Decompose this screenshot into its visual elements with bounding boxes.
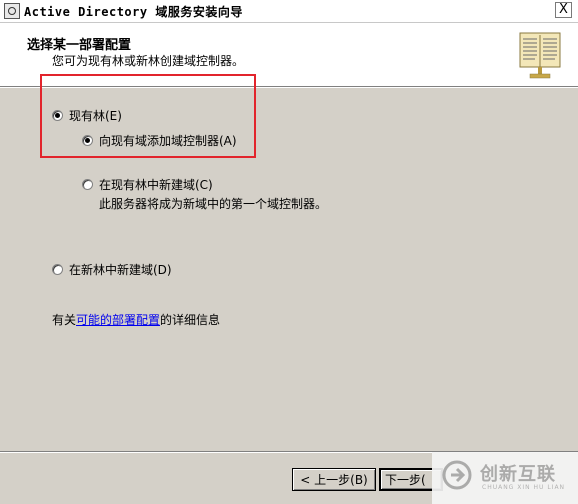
- watermark-logo-icon: [442, 460, 472, 490]
- page-subtitle: 您可为现有林或新林创建域控制器。: [52, 54, 245, 68]
- deployment-config-link[interactable]: 可能的部署配置: [76, 313, 160, 327]
- info-prefix: 有关: [52, 313, 77, 327]
- book-icon: [519, 32, 561, 79]
- watermark-text: 创新互联: [480, 464, 556, 485]
- radio-button[interactable]: [82, 179, 93, 190]
- wizard-window: Active Directory 域服务安装向导 X 选择某一部署配置 您可为现…: [0, 0, 578, 504]
- info-suffix: 的详细信息: [160, 313, 221, 327]
- radio-button[interactable]: [52, 264, 63, 275]
- app-icon: [4, 3, 20, 19]
- title-bar: Active Directory 域服务安装向导 X: [0, 0, 578, 23]
- radio-new-forest[interactable]: 在新林中新建域(D): [52, 261, 172, 278]
- new-domain-description: 此服务器将成为新域中的第一个域控制器。: [99, 197, 328, 211]
- page-title: 选择某一部署配置: [27, 38, 132, 53]
- more-info-line: 有关可能的部署配置的详细信息: [52, 311, 220, 328]
- watermark-subtext: CHUANG XIN HU LIAN: [482, 484, 566, 491]
- close-button[interactable]: X: [555, 2, 572, 18]
- back-button[interactable]: < 上一步(B): [292, 468, 376, 491]
- window-title: Active Directory 域服务安装向导: [24, 5, 243, 19]
- radio-label-new-forest: 在新林中新建域(D): [69, 263, 172, 277]
- wizard-content: 现有林(E) 向现有域添加域控制器(A) 在现有林中新建域(C) 此服务器将成为…: [0, 74, 578, 450]
- radio-label-new-domain: 在现有林中新建域(C): [99, 178, 213, 192]
- annotation-highlight-box: [40, 74, 256, 158]
- watermark: 创新互联 CHUANG XIN HU LIAN: [432, 452, 578, 504]
- radio-new-domain[interactable]: 在现有林中新建域(C): [82, 176, 213, 193]
